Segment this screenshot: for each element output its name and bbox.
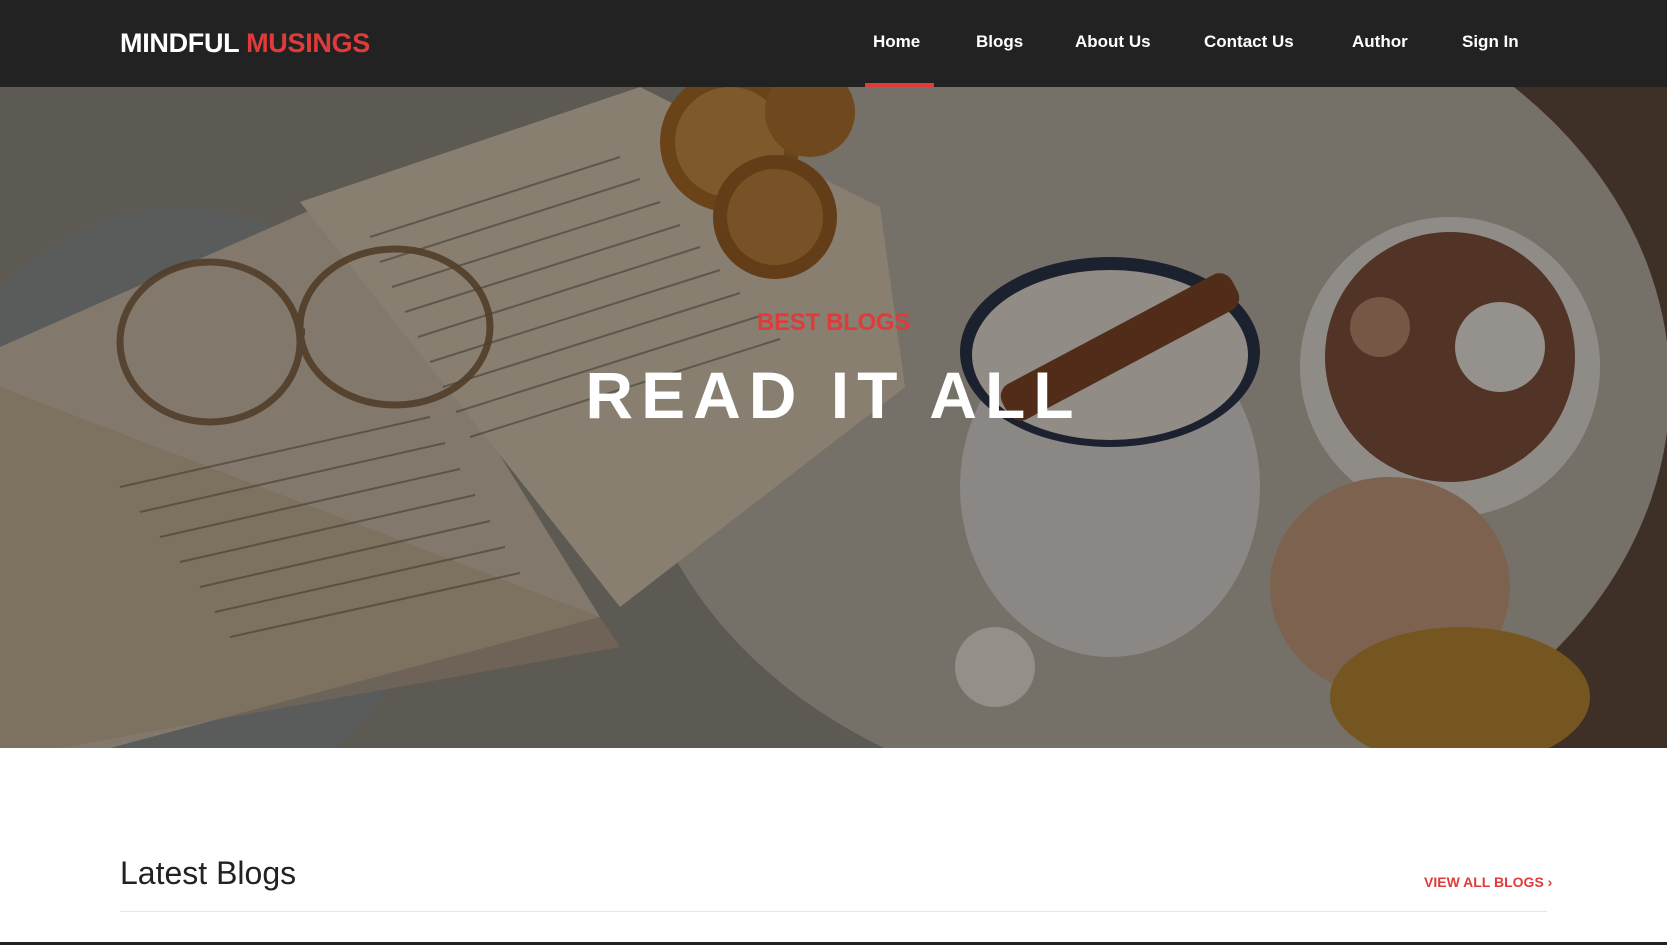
site-header: MINDFUL MUSINGS Home Blogs About Us Cont… bbox=[0, 0, 1667, 87]
nav-contact-us[interactable]: Contact Us bbox=[1204, 32, 1294, 52]
hero-title: READ IT ALL bbox=[585, 358, 1082, 432]
logo-text-accent: MUSINGS bbox=[246, 28, 371, 58]
section-divider bbox=[120, 911, 1547, 912]
logo-text-primary: MINDFUL bbox=[120, 28, 239, 58]
nav-sign-in[interactable]: Sign In bbox=[1462, 32, 1519, 52]
site-logo[interactable]: MINDFUL MUSINGS bbox=[120, 28, 370, 59]
latest-blogs-title: Latest Blogs bbox=[120, 855, 297, 891]
nav-home[interactable]: Home bbox=[873, 32, 920, 52]
nav-blogs[interactable]: Blogs bbox=[976, 32, 1023, 52]
nav-about-us[interactable]: About Us bbox=[1075, 32, 1151, 52]
hero-banner: BEST BLOGS READ IT ALL bbox=[0, 87, 1667, 748]
hero-kicker: BEST BLOGS bbox=[756, 309, 910, 336]
nav-author[interactable]: Author bbox=[1352, 32, 1408, 52]
view-all-blogs-link[interactable]: VIEW ALL BLOGS › bbox=[1424, 874, 1552, 890]
